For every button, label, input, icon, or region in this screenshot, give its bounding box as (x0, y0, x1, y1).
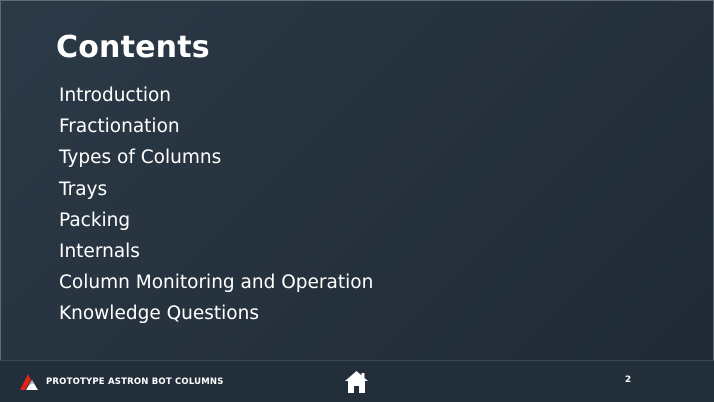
contents-item-column-monitoring[interactable]: Column Monitoring and Operation (59, 267, 373, 298)
contents-item-packing[interactable]: Packing (59, 205, 373, 236)
contents-item-trays[interactable]: Trays (59, 174, 373, 205)
contents-item-fractionation[interactable]: Fractionation (59, 111, 373, 142)
brand-text: PROTOTYPE ASTRON BOT COLUMNS (46, 377, 224, 387)
footer-bar: PROTOTYPE ASTRON BOT COLUMNS 2 (0, 360, 714, 402)
slide: Contents Introduction Fractionation Type… (0, 0, 714, 402)
contents-list: Introduction Fractionation Types of Colu… (59, 80, 373, 330)
contents-item-internals[interactable]: Internals (59, 236, 373, 267)
contents-item-knowledge-questions[interactable]: Knowledge Questions (59, 298, 373, 329)
astron-logo-icon (20, 374, 38, 390)
page-number: 2 (624, 375, 632, 385)
contents-item-introduction[interactable]: Introduction (59, 80, 373, 111)
contents-item-types-of-columns[interactable]: Types of Columns (59, 142, 373, 173)
slide-title: Contents (56, 30, 210, 65)
brand: PROTOTYPE ASTRON BOT COLUMNS (20, 372, 224, 392)
home-icon[interactable] (344, 370, 369, 394)
